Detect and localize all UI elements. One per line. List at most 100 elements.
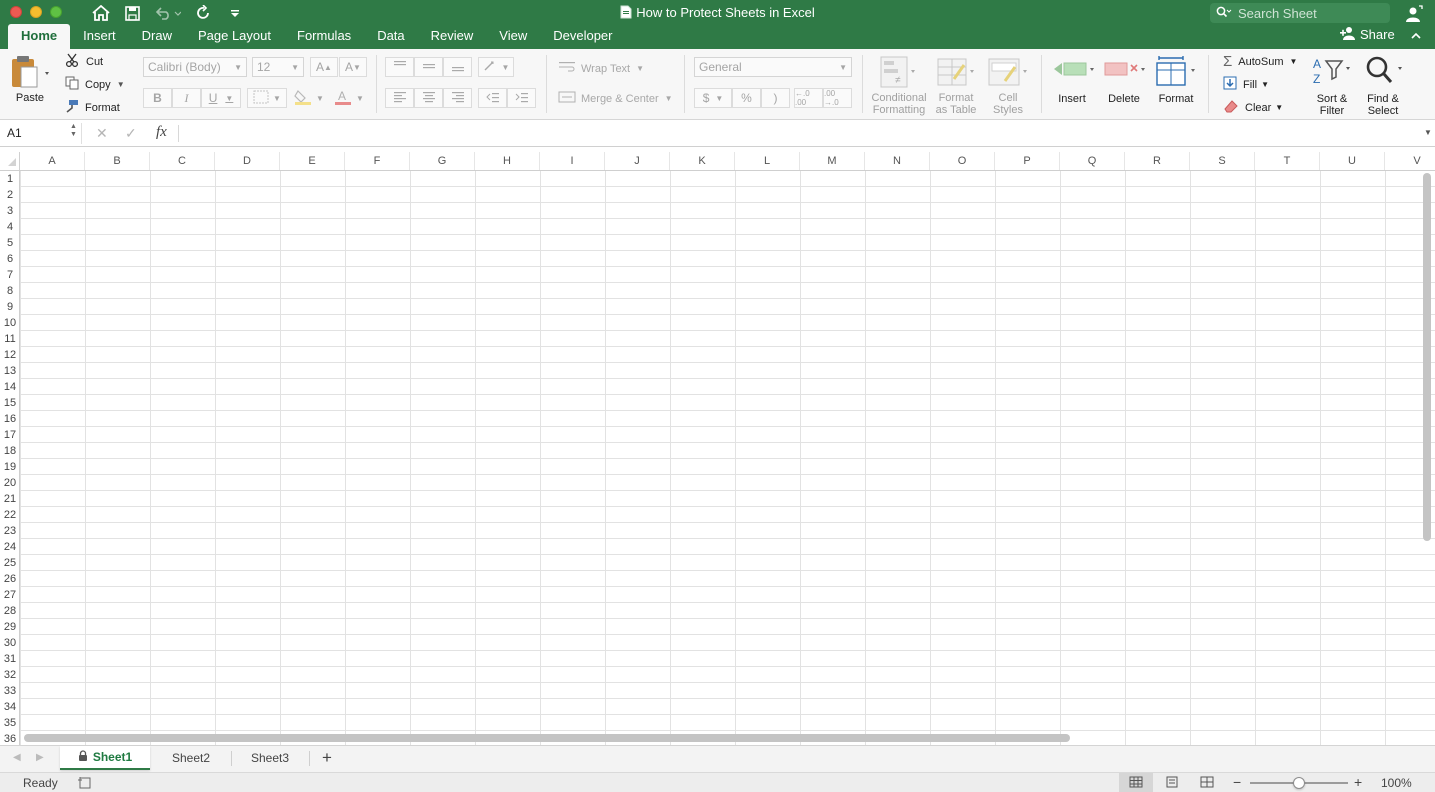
row-header-27[interactable]: 27 [0,587,20,603]
tab-draw[interactable]: Draw [129,24,185,49]
align-bottom-button[interactable] [443,57,472,77]
align-center-button[interactable] [414,88,443,108]
row-header-23[interactable]: 23 [0,523,20,539]
save-icon[interactable] [122,2,142,24]
row-header-18[interactable]: 18 [0,443,20,459]
orientation-button[interactable]: ▼ [478,57,514,77]
home-icon[interactable] [90,2,112,24]
row-header-4[interactable]: 4 [0,219,20,235]
fill-color-button[interactable]: ▼ [290,88,328,108]
row-header-22[interactable]: 22 [0,507,20,523]
column-header-b[interactable]: B [85,152,150,170]
font-size-select[interactable]: 12 ▼ [252,57,304,77]
column-header-u[interactable]: U [1320,152,1385,170]
format-cells-button[interactable] [1155,55,1199,90]
align-right-button[interactable] [443,88,472,108]
conditional-formatting-button[interactable]: ≠ [879,55,917,92]
tab-view[interactable]: View [486,24,540,49]
tab-home[interactable]: Home [8,24,71,49]
row-header-29[interactable]: 29 [0,619,20,635]
column-header-l[interactable]: L [735,152,800,170]
sheet-tab-sheet3[interactable]: Sheet3 [232,746,308,770]
column-header-d[interactable]: D [215,152,280,170]
sheet-tab-sheet2[interactable]: Sheet2 [152,746,230,770]
column-header-m[interactable]: M [800,152,865,170]
row-header-21[interactable]: 21 [0,491,20,507]
row-header-6[interactable]: 6 [0,251,20,267]
paste-button[interactable] [10,55,50,94]
row-header-13[interactable]: 13 [0,363,20,379]
select-all-corner[interactable] [0,152,20,170]
insert-cells-button[interactable] [1052,59,1096,84]
font-color-button[interactable]: A ▼ [330,88,368,108]
decrease-decimal-button[interactable]: .00 →.0 [823,88,852,108]
sheet-tab-sheet1[interactable]: Sheet1 [60,746,150,770]
row-header-19[interactable]: 19 [0,459,20,475]
page-break-view-icon[interactable] [1200,776,1214,791]
customize-toolbar-icon[interactable] [228,2,242,24]
cancel-entry-icon[interactable]: ✕ [96,125,108,142]
macro-recording-icon[interactable] [77,776,93,792]
confirm-entry-icon[interactable]: ✓ [125,125,137,142]
increase-decimal-button[interactable]: ←.0 .00 [794,88,823,108]
cell-styles-button[interactable] [987,55,1029,92]
close-window-button[interactable] [10,6,22,18]
increase-indent-button[interactable] [507,88,536,108]
row-header-34[interactable]: 34 [0,699,20,715]
row-header-20[interactable]: 20 [0,475,20,491]
row-header-8[interactable]: 8 [0,283,20,299]
share-button[interactable]: Share [1340,26,1421,43]
undo-icon[interactable] [153,2,183,24]
clear-button[interactable]: Clear ▼ [1223,99,1283,116]
decrease-font-size-button[interactable]: A ▼ [339,57,367,77]
column-header-o[interactable]: O [930,152,995,170]
column-header-e[interactable]: E [280,152,345,170]
row-header-17[interactable]: 17 [0,427,20,443]
column-header-k[interactable]: K [670,152,735,170]
bold-button[interactable]: B [143,88,172,108]
row-header-16[interactable]: 16 [0,411,20,427]
zoom-level[interactable]: 100% [1381,776,1412,790]
column-header-c[interactable]: C [150,152,215,170]
column-header-s[interactable]: S [1190,152,1255,170]
column-header-p[interactable]: P [995,152,1060,170]
expand-formula-bar-icon[interactable]: ▼ [1424,128,1432,137]
row-header-24[interactable]: 24 [0,539,20,555]
decrease-indent-button[interactable] [478,88,507,108]
merge-center-button[interactable]: Merge & Center ▼ [558,91,673,106]
autosum-button[interactable]: Σ AutoSum ▼ [1223,53,1297,70]
search-sheet-input[interactable]: Search Sheet [1210,3,1390,23]
maximize-window-button[interactable] [50,6,62,18]
increase-font-size-button[interactable]: A ▲ [310,57,338,77]
redo-icon[interactable] [193,2,213,24]
currency-button[interactable]: $ ▼ [694,88,732,108]
row-header-31[interactable]: 31 [0,651,20,667]
horizontal-scrollbar[interactable] [24,734,1070,742]
row-header-3[interactable]: 3 [0,203,20,219]
column-header-g[interactable]: G [410,152,475,170]
column-header-a[interactable]: A [20,152,85,170]
tab-data[interactable]: Data [364,24,417,49]
comma-style-button[interactable]: ) [761,88,790,108]
normal-view-button[interactable] [1119,773,1153,792]
row-header-11[interactable]: 11 [0,331,20,347]
number-format-select[interactable]: General ▼ [694,57,852,77]
row-header-28[interactable]: 28 [0,603,20,619]
insert-function-button[interactable]: fx [156,124,167,141]
format-painter-button[interactable]: Format [65,99,120,116]
font-name-select[interactable]: Calibri (Body) ▼ [143,57,247,77]
row-header-5[interactable]: 5 [0,235,20,251]
tab-page-layout[interactable]: Page Layout [185,24,284,49]
column-header-v[interactable]: V [1385,152,1435,170]
percent-button[interactable]: % [732,88,761,108]
column-header-r[interactable]: R [1125,152,1190,170]
row-header-10[interactable]: 10 [0,315,20,331]
active-cell[interactable] [20,171,85,187]
chevron-up-icon[interactable] [1411,27,1421,42]
italic-button[interactable]: I [172,88,201,108]
vertical-scrollbar[interactable] [1423,173,1431,541]
row-header-2[interactable]: 2 [0,187,20,203]
column-header-n[interactable]: N [865,152,930,170]
sort-filter-button[interactable]: AZ [1312,55,1354,90]
fill-button[interactable]: Fill ▼ [1223,76,1269,93]
